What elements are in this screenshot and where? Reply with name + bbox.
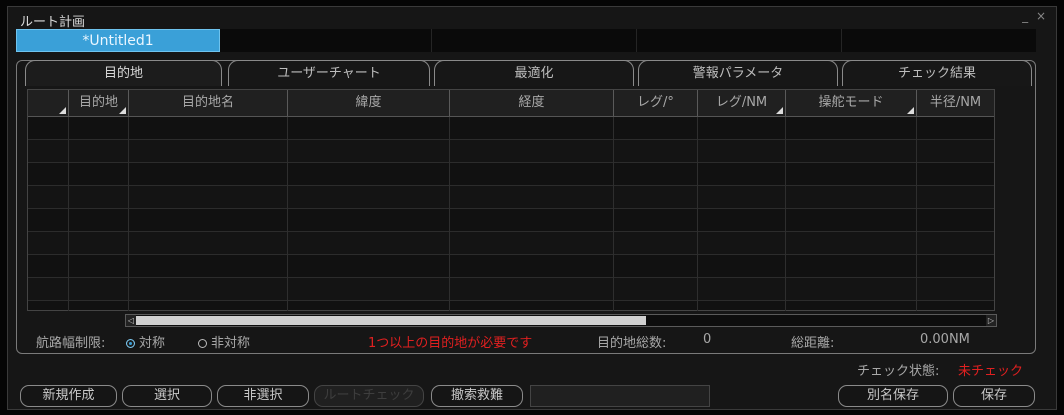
error-message: 1つ以上の目的地が必要です <box>368 336 533 351</box>
search-rescue-button[interactable]: 撤索救難 <box>431 385 523 407</box>
column-header-select[interactable] <box>28 90 68 116</box>
column-header-leg-degrees[interactable]: レグ/° <box>613 90 697 116</box>
column-divider <box>916 117 917 311</box>
waypoint-total-value: 0 <box>703 332 712 347</box>
column-divider <box>128 117 129 311</box>
table-row[interactable] <box>28 163 994 186</box>
column-divider <box>785 117 786 311</box>
total-distance-value: 0.00NM <box>920 332 970 347</box>
radio-asymmetric[interactable]: 非対称 <box>198 332 250 351</box>
horizontal-scrollbar[interactable]: ◁ ▷ <box>125 314 997 327</box>
column-divider <box>68 117 69 311</box>
scrollbar-thumb[interactable] <box>136 316 646 325</box>
file-tab-bar: *Untitled1 <box>16 29 1036 52</box>
check-status-label: チェック状態: <box>857 364 940 379</box>
file-tab-divider <box>636 29 637 52</box>
sort-corner-icon <box>59 107 66 114</box>
column-header-radius-nm[interactable]: 半径/NM <box>916 90 994 116</box>
tab-optimize[interactable]: 最適化 <box>434 60 634 86</box>
window-controls[interactable]: _ × <box>1022 9 1048 23</box>
column-divider <box>287 117 288 311</box>
disabled-action-button[interactable] <box>530 385 710 407</box>
deselect-button[interactable]: 非選択 <box>217 385 309 407</box>
tab-alarm-parameters[interactable]: 警報パラメータ <box>638 60 838 86</box>
total-distance-label: 総距離: <box>791 336 835 351</box>
sort-corner-icon <box>119 107 126 114</box>
table-row[interactable] <box>28 255 994 278</box>
tab-waypoints[interactable]: 目的地 <box>25 60 222 86</box>
column-divider <box>613 117 614 311</box>
column-header-steering-mode[interactable]: 操舵モード <box>785 90 916 116</box>
radio-unchecked-icon[interactable] <box>198 339 207 348</box>
waypoint-total-label: 目的地総数: <box>597 336 667 351</box>
table-row[interactable] <box>28 232 994 255</box>
title-bar: ルート計画 _ × <box>8 7 1056 30</box>
tab-user-chart[interactable]: ユーザーチャート <box>228 60 430 86</box>
column-header-leg-nm[interactable]: レグ/NM <box>697 90 785 116</box>
waypoint-table: 目的地 目的地名 緯度 経度 レグ/° レグ/NM 操舵モード 半径/NM <box>27 89 995 311</box>
table-header: 目的地 目的地名 緯度 経度 レグ/° レグ/NM 操舵モード 半径/NM <box>28 90 994 117</box>
file-tab-divider <box>431 29 432 52</box>
select-button[interactable]: 選択 <box>122 385 212 407</box>
channel-limit-label: 航路幅制限: <box>36 336 106 351</box>
file-tab-untitled[interactable]: *Untitled1 <box>16 29 220 52</box>
radio-symmetric[interactable]: 対称 <box>126 332 165 351</box>
table-row[interactable] <box>28 186 994 209</box>
table-row[interactable] <box>28 140 994 163</box>
tab-check-results[interactable]: チェック結果 <box>842 60 1032 86</box>
column-header-longitude[interactable]: 経度 <box>449 90 613 116</box>
table-row[interactable] <box>28 278 994 301</box>
check-status-value: 未チェック <box>958 364 1024 379</box>
save-button[interactable]: 保存 <box>953 385 1035 407</box>
window-title: ルート計画 <box>20 15 86 30</box>
table-row[interactable] <box>28 117 994 140</box>
route-check-button[interactable]: ルートチェック <box>314 385 424 407</box>
table-row[interactable] <box>28 209 994 232</box>
scroll-right-icon[interactable]: ▷ <box>986 315 996 326</box>
column-header-latitude[interactable]: 緯度 <box>287 90 449 116</box>
sort-corner-icon <box>776 107 783 114</box>
column-header-waypoint[interactable]: 目的地 <box>68 90 128 116</box>
save-as-button[interactable]: 別名保存 <box>838 385 948 407</box>
sort-corner-icon <box>907 107 914 114</box>
new-button[interactable]: 新規作成 <box>20 385 117 407</box>
column-header-waypoint-name[interactable]: 目的地名 <box>128 90 287 116</box>
scroll-left-icon[interactable]: ◁ <box>126 315 136 326</box>
file-tab-divider <box>841 29 842 52</box>
column-divider <box>449 117 450 311</box>
column-divider <box>697 117 698 311</box>
radio-checked-icon[interactable] <box>126 339 135 348</box>
